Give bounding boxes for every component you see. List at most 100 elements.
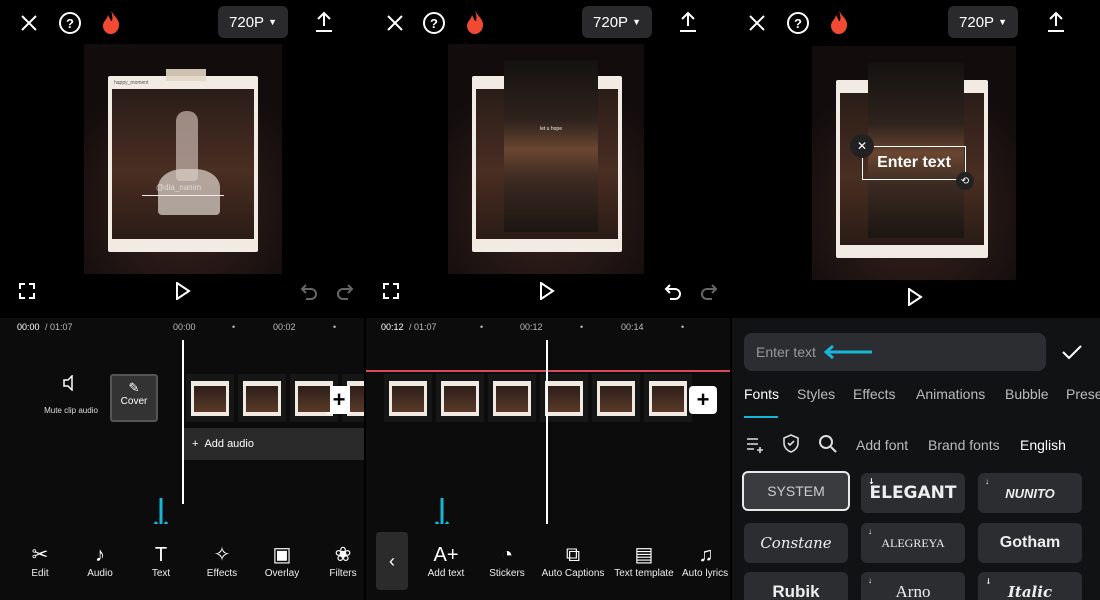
play-icon[interactable] xyxy=(172,280,194,302)
undo-icon[interactable] xyxy=(662,280,684,302)
text-input-placeholder: Enter text xyxy=(756,344,816,360)
playhead[interactable] xyxy=(546,340,548,526)
bottom-toolbar: ✂ Edit ♪ Audio T Text ✧ Effects ▣ Overlay ❀ Fi… xyxy=(0,524,364,600)
lyrics-icon: ♫ xyxy=(698,544,714,566)
overlay-small-text: let u hope xyxy=(540,126,562,132)
video-preview[interactable]: happy_moment @dia_nanim xyxy=(84,44,282,274)
tab-styles[interactable]: Styles xyxy=(797,386,835,402)
add-audio-button[interactable]: + Add audio xyxy=(184,428,364,460)
font-list-icon[interactable] xyxy=(744,434,766,456)
english-filter[interactable]: English xyxy=(1020,437,1066,453)
undo-icon[interactable] xyxy=(298,280,320,302)
video-preview[interactable]: Enter text ✕ ⟲ xyxy=(812,46,1016,280)
tool-auto-lyrics[interactable]: ♫ Auto lyrics xyxy=(682,542,730,579)
video-track[interactable] xyxy=(384,374,692,422)
shield-off-icon[interactable] xyxy=(780,432,804,456)
play-icon[interactable] xyxy=(904,286,926,308)
font-option-constane[interactable]: Constane xyxy=(744,523,848,563)
tool-stickers[interactable]: ◔ Stickers xyxy=(477,542,537,579)
export-icon[interactable] xyxy=(1044,10,1068,34)
font-option-gotham[interactable]: Gotham xyxy=(978,523,1082,563)
photo-card: happy_moment @dia_nanim xyxy=(108,76,258,252)
card-photo: @dia_nanim xyxy=(112,89,254,239)
resolution-dropdown[interactable]: 720P ▼ xyxy=(582,6,652,38)
close-icon[interactable] xyxy=(382,10,408,36)
timeline[interactable]: 00:00 / 01:07 00:00 • 00:02 • Mute clip … xyxy=(0,318,364,524)
tool-audio[interactable]: ♪ Audio xyxy=(70,542,130,579)
brand-fonts-link[interactable]: Brand fonts xyxy=(928,437,1000,453)
tab-bubble[interactable]: Bubble xyxy=(1005,386,1049,402)
back-chevron-icon[interactable]: ‹ xyxy=(376,532,408,590)
tab-effects[interactable]: Effects xyxy=(853,386,896,402)
flame-icon[interactable] xyxy=(826,8,852,36)
delete-text-icon[interactable]: ✕ xyxy=(850,134,874,158)
font-option-nunito[interactable]: ↓ NUNITO xyxy=(978,473,1082,513)
cover-label: Cover xyxy=(120,396,148,407)
text-input[interactable]: Enter text xyxy=(744,333,1046,371)
cover-button[interactable]: ✎ Cover xyxy=(110,374,158,422)
flame-icon[interactable] xyxy=(462,8,488,36)
tab-presets[interactable]: Prese xyxy=(1066,386,1100,402)
overlay-video-clip[interactable]: let u hope xyxy=(504,60,598,232)
font-option-elegant[interactable]: ↓ ELEGANT xyxy=(861,473,965,513)
confirm-check-icon[interactable] xyxy=(1058,338,1086,366)
font-option-italic[interactable]: ↓ Italic xyxy=(978,572,1082,600)
tick-label: 00:14 xyxy=(621,322,644,332)
export-icon[interactable] xyxy=(676,10,700,34)
close-icon[interactable] xyxy=(744,10,770,36)
add-audio-label: Add audio xyxy=(204,438,254,450)
redo-icon[interactable] xyxy=(698,280,720,302)
text-box-preview[interactable]: Enter text xyxy=(862,146,966,180)
tick-label: 00:12 xyxy=(520,322,543,332)
play-icon[interactable] xyxy=(536,280,558,302)
resolution-dropdown[interactable]: 720P ▼ xyxy=(948,6,1018,38)
redo-icon[interactable] xyxy=(334,280,356,302)
close-icon[interactable] xyxy=(16,10,42,36)
help-icon[interactable]: ? xyxy=(56,9,84,37)
video-preview[interactable]: let u hope xyxy=(448,44,644,274)
add-clip-button[interactable]: + xyxy=(689,386,717,414)
tool-add-text[interactable]: A+ Add text xyxy=(416,542,476,579)
tool-text[interactable]: T Text xyxy=(131,542,191,579)
fullscreen-icon[interactable] xyxy=(380,280,402,302)
rotate-scale-icon[interactable]: ⟲ xyxy=(956,172,974,190)
help-icon[interactable]: ? xyxy=(784,9,812,37)
text-toolbar: ‹ A+ Add text ◔ Stickers ⧉ Auto Captions ▤ T… xyxy=(366,524,730,600)
fullscreen-icon[interactable] xyxy=(16,280,38,302)
time-current: 00:12 xyxy=(381,322,404,332)
tab-fonts[interactable]: Fonts xyxy=(744,386,779,402)
download-icon: ↓ xyxy=(985,576,992,586)
captions-icon: ⧉ xyxy=(565,544,581,566)
font-option-rubik[interactable]: Rubik xyxy=(744,572,848,600)
tool-auto-captions[interactable]: ⧉ Auto Captions xyxy=(540,542,606,579)
flame-icon[interactable] xyxy=(98,8,124,36)
help-icon[interactable]: ? xyxy=(420,9,448,37)
tool-filters[interactable]: ❀ Filters xyxy=(313,542,364,579)
text-editor-panel: ? 720P ▼ Enter text ✕ ⟲ Enter text Fonts … xyxy=(732,0,1100,600)
tool-text-template[interactable]: ▤ Text template xyxy=(610,542,678,579)
export-icon[interactable] xyxy=(312,10,336,34)
tool-effects[interactable]: ✧ Effects xyxy=(192,542,252,579)
download-icon: ↓ xyxy=(868,477,875,486)
font-option-arno[interactable]: ↓ Arno xyxy=(861,572,965,600)
tab-animations[interactable]: Animations xyxy=(916,386,985,402)
timeline[interactable]: 00:12 / 01:07 • 00:12 • 00:14 • + xyxy=(366,318,730,526)
speaker-icon[interactable] xyxy=(58,374,82,392)
font-option-alegreya[interactable]: ↓ ALEGREYA xyxy=(861,523,965,563)
pointer-arrow-icon xyxy=(823,345,872,359)
font-option-system[interactable]: SYSTEM xyxy=(742,471,850,511)
filters-icon: ❀ xyxy=(334,544,352,566)
mute-clip-audio-label[interactable]: Mute clip audio xyxy=(38,406,104,415)
search-icon[interactable] xyxy=(816,432,840,456)
clip-thumbnail xyxy=(186,374,234,422)
tool-overlay[interactable]: ▣ Overlay xyxy=(252,542,312,579)
tick-label: 00:02 xyxy=(273,322,296,332)
add-font-link[interactable]: Add font xyxy=(856,437,908,453)
editor-panel-main: ? 720P ▼ happy_moment @dia_nanim 00:00 / … xyxy=(0,0,364,600)
scissors-icon: ✂ xyxy=(31,544,49,566)
tool-edit[interactable]: ✂ Edit xyxy=(10,542,70,579)
download-icon: ↓ xyxy=(985,477,989,486)
text-template-icon: ▤ xyxy=(634,544,654,566)
playhead[interactable] xyxy=(182,340,184,504)
resolution-dropdown[interactable]: 720P ▼ xyxy=(218,6,288,38)
